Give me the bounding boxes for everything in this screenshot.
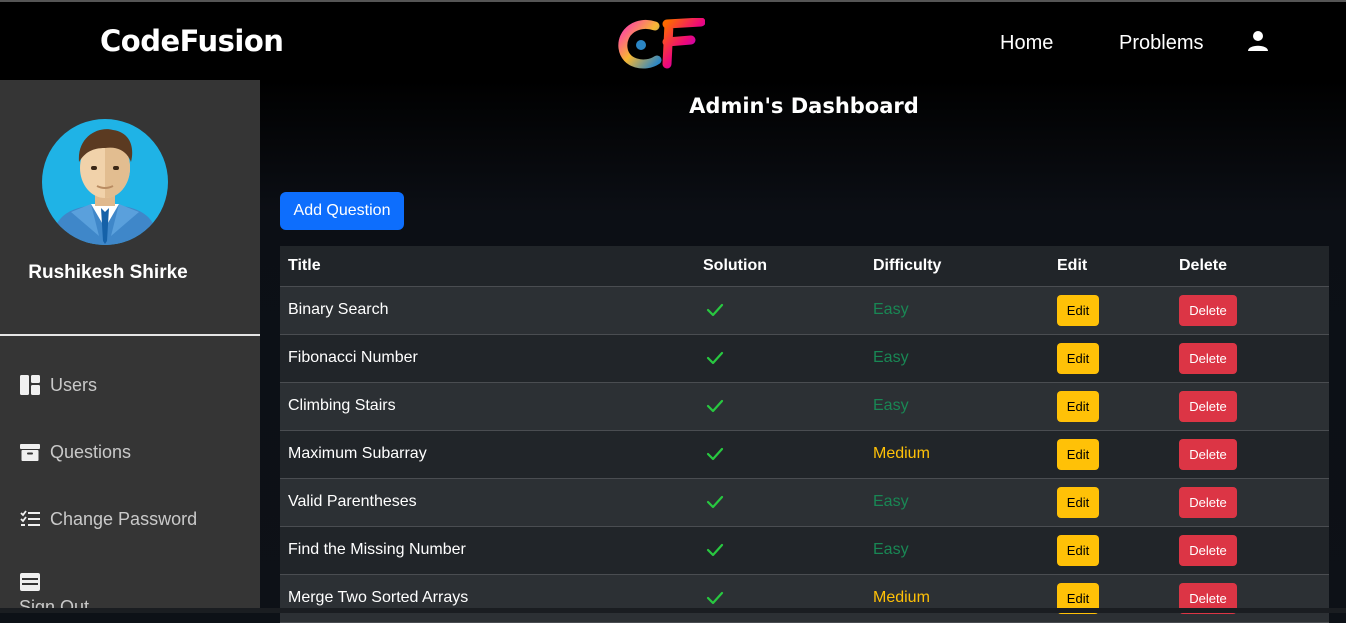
edit-button[interactable]: Edit xyxy=(1057,534,1099,566)
sidebar: Rushikesh Shirke Users Questions Change … xyxy=(0,80,260,613)
page-title: Admin's Dashboard xyxy=(689,94,919,118)
check-icon xyxy=(706,543,724,556)
table-row: Fibonacci Number Easy Edit Delete xyxy=(280,334,1329,383)
question-title: Merge Two Sorted Arrays xyxy=(280,574,695,623)
question-title: Maximum Subarray xyxy=(280,430,695,479)
archive-icon xyxy=(20,444,40,461)
header-title: Title xyxy=(280,246,695,287)
edit-button[interactable]: Edit xyxy=(1057,342,1099,374)
table-header-row: Title Solution Difficulty Edit Delete xyxy=(280,246,1329,287)
horizontal-scrollbar[interactable] xyxy=(0,608,1346,613)
list-check-icon xyxy=(20,510,40,526)
edit-cell: Edit xyxy=(1049,382,1171,431)
delete-cell: Delete xyxy=(1171,430,1329,479)
solution-cell xyxy=(695,574,865,623)
solution-cell xyxy=(695,478,865,527)
check-icon xyxy=(706,303,724,316)
table-row: Valid Parentheses Easy Edit Delete xyxy=(280,478,1329,527)
delete-cell: Delete xyxy=(1171,478,1329,527)
solution-cell xyxy=(695,382,865,431)
sidebar-item-label: Questions xyxy=(50,441,132,462)
delete-button[interactable]: Delete xyxy=(1179,486,1237,518)
sidebar-item-questions[interactable]: Questions xyxy=(19,441,131,463)
delete-button[interactable]: Delete xyxy=(1179,438,1237,470)
delete-button[interactable]: Delete xyxy=(1179,390,1237,422)
check-icon xyxy=(706,351,724,364)
question-title: Find the Missing Number xyxy=(280,526,695,575)
questions-table: Title Solution Difficulty Edit Delete Bi… xyxy=(280,246,1329,623)
table-row: Maximum Subarray Medium Edit Delete xyxy=(280,430,1329,479)
solution-cell xyxy=(695,334,865,383)
question-title: Climbing Stairs xyxy=(280,382,695,431)
table-row: Binary Search Easy Edit Delete xyxy=(280,286,1329,335)
header-difficulty: Difficulty xyxy=(865,246,1049,287)
edit-cell: Edit xyxy=(1049,430,1171,479)
difficulty-label: Medium xyxy=(865,574,1049,623)
header-edit: Edit xyxy=(1049,246,1171,287)
nav-home-link[interactable]: Home xyxy=(1000,32,1053,55)
edit-button[interactable]: Edit xyxy=(1057,294,1099,326)
header-delete: Delete xyxy=(1171,246,1329,287)
avatar xyxy=(42,119,168,245)
difficulty-label: Easy xyxy=(865,286,1049,335)
solution-cell xyxy=(695,430,865,479)
sidebar-item-sign-out[interactable]: Sign Out xyxy=(19,571,89,613)
solution-cell xyxy=(695,526,865,575)
profile-name: Rushikesh Shirke xyxy=(28,262,188,283)
codefusion-logo[interactable] xyxy=(617,18,705,70)
table-row: Climbing Stairs Easy Edit Delete xyxy=(280,382,1329,431)
difficulty-label: Medium xyxy=(865,430,1049,479)
delete-cell: Delete xyxy=(1171,382,1329,431)
edit-cell: Edit xyxy=(1049,526,1171,575)
difficulty-label: Easy xyxy=(865,478,1049,527)
question-title: Fibonacci Number xyxy=(280,334,695,383)
sidebar-item-users[interactable]: Users xyxy=(19,374,97,396)
top-navbar: CodeFusion Home Problems xyxy=(0,0,1346,80)
edit-button[interactable]: Edit xyxy=(1057,438,1099,470)
question-title: Binary Search xyxy=(280,286,695,335)
check-icon xyxy=(706,591,724,604)
card-icon xyxy=(20,573,40,591)
edit-cell: Edit xyxy=(1049,286,1171,335)
edit-button[interactable]: Edit xyxy=(1057,390,1099,422)
delete-button[interactable]: Delete xyxy=(1179,342,1237,374)
difficulty-label: Easy xyxy=(865,526,1049,575)
brand-name[interactable]: CodeFusion xyxy=(100,24,284,58)
solution-cell xyxy=(695,286,865,335)
difficulty-label: Easy xyxy=(865,382,1049,431)
main-content: Admin's Dashboard Add Question Title Sol… xyxy=(260,80,1346,623)
delete-cell: Delete xyxy=(1171,526,1329,575)
edit-button[interactable]: Edit xyxy=(1057,486,1099,518)
check-icon xyxy=(706,447,724,460)
table-row: Merge Two Sorted Arrays Medium Edit Delete xyxy=(280,574,1329,623)
sidebar-item-label: Change Password xyxy=(50,508,198,529)
sidebar-divider xyxy=(0,334,260,336)
check-icon xyxy=(706,495,724,508)
delete-button[interactable]: Delete xyxy=(1179,294,1237,326)
sidebar-item-label: Users xyxy=(50,374,98,395)
table-row: Find the Missing Number Easy Edit Delete xyxy=(280,526,1329,575)
edit-cell: Edit xyxy=(1049,478,1171,527)
dashboard-icon xyxy=(20,375,40,395)
edit-cell: Edit xyxy=(1049,334,1171,383)
nav-problems-link[interactable]: Problems xyxy=(1119,32,1203,55)
add-question-button[interactable]: Add Question xyxy=(280,192,404,230)
delete-cell: Delete xyxy=(1171,286,1329,335)
edit-cell: Edit xyxy=(1049,574,1171,623)
check-icon xyxy=(706,399,724,412)
delete-button[interactable]: Delete xyxy=(1179,534,1237,566)
sidebar-item-change-password[interactable]: Change Password xyxy=(19,508,197,530)
question-title: Valid Parentheses xyxy=(280,478,695,527)
header-solution: Solution xyxy=(695,246,865,287)
user-icon[interactable] xyxy=(1246,29,1270,53)
delete-cell: Delete xyxy=(1171,334,1329,383)
delete-cell: Delete xyxy=(1171,574,1329,623)
difficulty-label: Easy xyxy=(865,334,1049,383)
